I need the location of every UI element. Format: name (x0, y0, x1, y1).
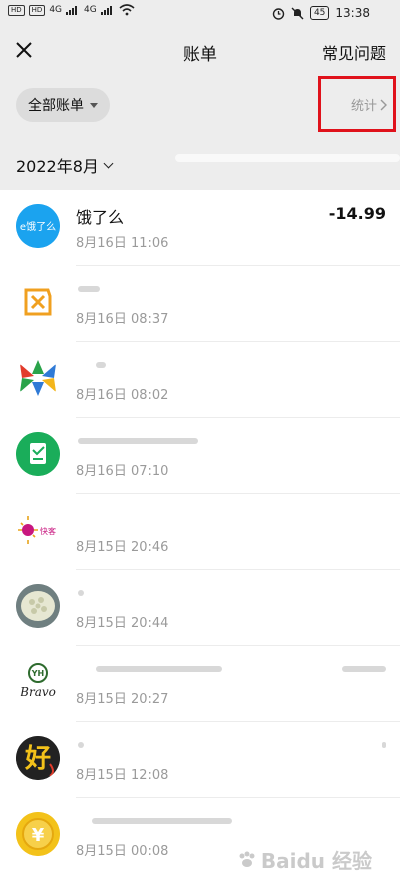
hd-badge-1: HD (8, 4, 25, 16)
food-plate-icon (16, 584, 60, 628)
status-bar: HD HD 4G 4G 45 13:38 (0, 0, 400, 28)
transaction-amount: -14.99 (328, 204, 386, 223)
signal-icon-2 (100, 6, 112, 15)
svg-text:Bravo: Bravo (19, 685, 56, 699)
transaction-row[interactable]: e饿了么 饿了么 8月16日 11:06 -14.99 (0, 190, 400, 266)
obscured-summary (175, 154, 400, 162)
obscured-merchant (78, 286, 100, 292)
filter-bar: 全部账单 统计 (0, 74, 400, 138)
transaction-row[interactable]: YH Bravo 8月15日 20:27 (0, 646, 400, 722)
caret-down-icon (90, 102, 98, 108)
kuaike-logo-icon: 快客 (16, 508, 60, 552)
baidu-watermark: Baidu 经验 (237, 845, 372, 874)
signal-label-2: 4G (84, 5, 97, 15)
transaction-row[interactable]: 快客 8月15日 20:46 (0, 494, 400, 570)
month-bar: 2022年8月 (0, 138, 400, 190)
transaction-time: 8月15日 12:08 (76, 768, 169, 783)
nav-bar: 账单 常见问题 (0, 28, 400, 74)
green-document-icon (16, 432, 60, 476)
mute-bell-icon (291, 7, 304, 19)
transaction-time: 8月15日 20:46 (76, 540, 169, 555)
transaction-list: e饿了么 饿了么 8月16日 11:06 -14.99 8月16日 08:37 … (0, 190, 400, 874)
obscured-merchant (96, 666, 222, 672)
faq-link[interactable]: 常见问题 (322, 40, 386, 64)
month-label: 2022年8月 (16, 157, 99, 176)
obscured-merchant (78, 438, 198, 444)
obscured-merchant (96, 362, 106, 368)
stats-link[interactable]: 统计 (351, 95, 388, 114)
chevron-down-icon (103, 158, 114, 168)
svg-text:¥: ¥ (32, 825, 45, 846)
transaction-time: 8月15日 20:44 (76, 616, 169, 631)
clock: 13:38 (335, 6, 370, 20)
signal-icon (66, 6, 78, 15)
transaction-time: 8月15日 20:27 (76, 692, 169, 707)
transaction-row[interactable]: 8月16日 08:02 (0, 342, 400, 418)
alarm-icon (272, 7, 285, 20)
merchant-name: 饿了么 (76, 208, 125, 227)
obscured-merchant (78, 590, 84, 596)
svg-text:e饿了么: e饿了么 (20, 221, 56, 233)
transaction-time: 8月16日 08:37 (76, 312, 169, 327)
signal-label-1: 4G (49, 5, 63, 15)
transaction-row[interactable]: 8月15日 20:44 (0, 570, 400, 646)
transaction-row[interactable]: 好 8月15日 12:08 (0, 722, 400, 798)
wifi-icon (119, 4, 135, 16)
svg-text:好: 好 (24, 744, 51, 774)
status-right: 45 13:38 (272, 6, 370, 20)
colorful-arrows-logo-icon (16, 356, 60, 400)
all-bills-label: 全部账单 (28, 98, 84, 114)
transaction-row[interactable]: 8月16日 08:37 (0, 266, 400, 342)
watermark-text: Baidu 经验 (260, 849, 372, 873)
obscured-amount (382, 742, 386, 748)
status-indicators: HD HD 4G 4G (8, 4, 135, 16)
paw-icon (239, 851, 255, 867)
svg-text:快客: 快客 (40, 526, 56, 536)
eleme-logo-icon: e饿了么 (16, 204, 60, 248)
hao-character-icon: 好 (16, 736, 60, 780)
stats-label: 统计 (350, 99, 377, 114)
all-bills-filter[interactable]: 全部账单 (16, 88, 110, 122)
svg-text:YH: YH (31, 669, 45, 678)
obscured-merchant (92, 818, 232, 824)
transaction-row[interactable]: 8月16日 07:10 (0, 418, 400, 494)
month-selector[interactable]: 2022年8月 (16, 153, 114, 177)
store-ticket-icon (16, 280, 60, 324)
yh-bravo-logo-icon: YH Bravo (16, 660, 60, 704)
transaction-time: 8月16日 07:10 (76, 464, 169, 479)
transaction-time: 8月16日 11:06 (76, 236, 169, 251)
yuan-coin-icon: ¥ (16, 812, 60, 856)
chevron-right-icon (380, 99, 387, 110)
transaction-time: 8月15日 00:08 (76, 844, 169, 859)
hd-badge-2: HD (28, 4, 46, 16)
battery-indicator: 45 (309, 6, 330, 20)
obscured-merchant (78, 742, 84, 748)
obscured-amount (342, 666, 386, 672)
transaction-time: 8月16日 08:02 (76, 388, 169, 403)
